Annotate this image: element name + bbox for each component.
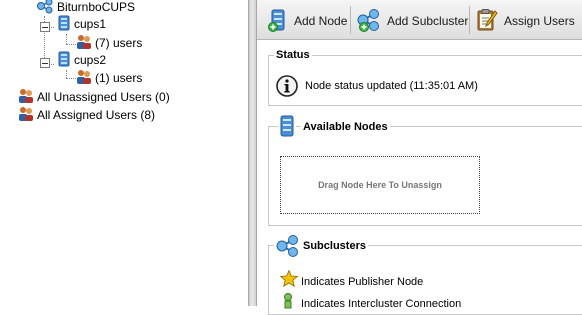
add-subcluster-button[interactable]: Add Subcluster [356, 8, 468, 34]
tree-connector [66, 70, 67, 78]
intercluster-icon [282, 293, 296, 312]
tree-node-cups1-users[interactable]: (7) users [76, 34, 142, 52]
status-title: Status [274, 49, 312, 61]
available-nodes-title: Available Nodes [301, 121, 390, 133]
star-icon [279, 269, 299, 290]
add-subcluster-icon [356, 8, 382, 35]
tree-node-label: cups1 [74, 17, 107, 31]
legend-publisher-label: Indicates Publisher Node [301, 276, 424, 288]
add-server-icon [267, 8, 289, 35]
cluster-icon [36, 0, 54, 17]
tree-node-root[interactable]: BiturnboCUPS [36, 0, 135, 16]
tree-users-label: (7) users [95, 36, 143, 50]
assigned-users-label: All Assigned Users (8) [37, 108, 156, 122]
toolbar: Add Node Add Subcluster Assign Users [257, 0, 582, 40]
tree-node-assigned-users[interactable]: All Assigned Users (8) [18, 106, 155, 124]
subclusters-title: Subclusters [301, 240, 368, 252]
users-icon [76, 34, 92, 53]
tree-connector [66, 34, 67, 44]
server-icon [57, 51, 71, 70]
tree-node-cups2[interactable]: cups2 [57, 51, 106, 69]
tree-connector [66, 78, 76, 79]
add-subcluster-label: Add Subcluster [387, 14, 469, 28]
server-icon [278, 115, 296, 140]
add-node-button[interactable]: Add Node [267, 8, 347, 34]
info-icon [276, 75, 298, 100]
tree-root-label: BiturnboCUPS [57, 0, 136, 14]
tree-users-label: (1) users [95, 71, 143, 85]
clipboard-icon [475, 8, 499, 35]
cluster-icon [274, 234, 302, 261]
collapse-toggle-cups1[interactable] [40, 22, 50, 32]
tree-node-cups2-users[interactable]: (1) users [76, 69, 142, 87]
tree-node-unassigned-users[interactable]: All Unassigned Users (0) [18, 88, 170, 106]
toolbar-divider [350, 6, 351, 34]
drop-zone-hint: Drag Node Here To Unassign [318, 180, 442, 190]
tree-node-label: cups2 [74, 53, 107, 67]
users-icon [76, 69, 92, 88]
status-message: Node status updated (11:35:01 AM) [305, 80, 478, 92]
details-panel: Add Node Add Subcluster Assign Users Sta… [257, 0, 582, 315]
assign-users-label: Assign Users [504, 14, 575, 28]
users-icon [18, 88, 34, 107]
tree-node-cups1[interactable]: cups1 [57, 15, 106, 33]
legend-intercluster-label: Indicates Intercluster Connection [301, 298, 462, 310]
server-icon [57, 15, 71, 34]
toolbar-divider [469, 6, 470, 34]
unassigned-users-label: All Unassigned Users (0) [37, 90, 170, 104]
cluster-tree: BiturnboCUPS cups1 (7) users cups2 (1) u… [0, 0, 248, 306]
users-icon [18, 106, 34, 125]
assign-users-button[interactable]: Assign Users [475, 8, 575, 34]
tree-connector [66, 44, 76, 45]
add-node-label: Add Node [294, 14, 348, 28]
collapse-toggle-cups2[interactable] [40, 58, 50, 68]
pane-splitter[interactable] [248, 0, 257, 306]
unassign-drop-zone[interactable]: Drag Node Here To Unassign [280, 156, 480, 214]
